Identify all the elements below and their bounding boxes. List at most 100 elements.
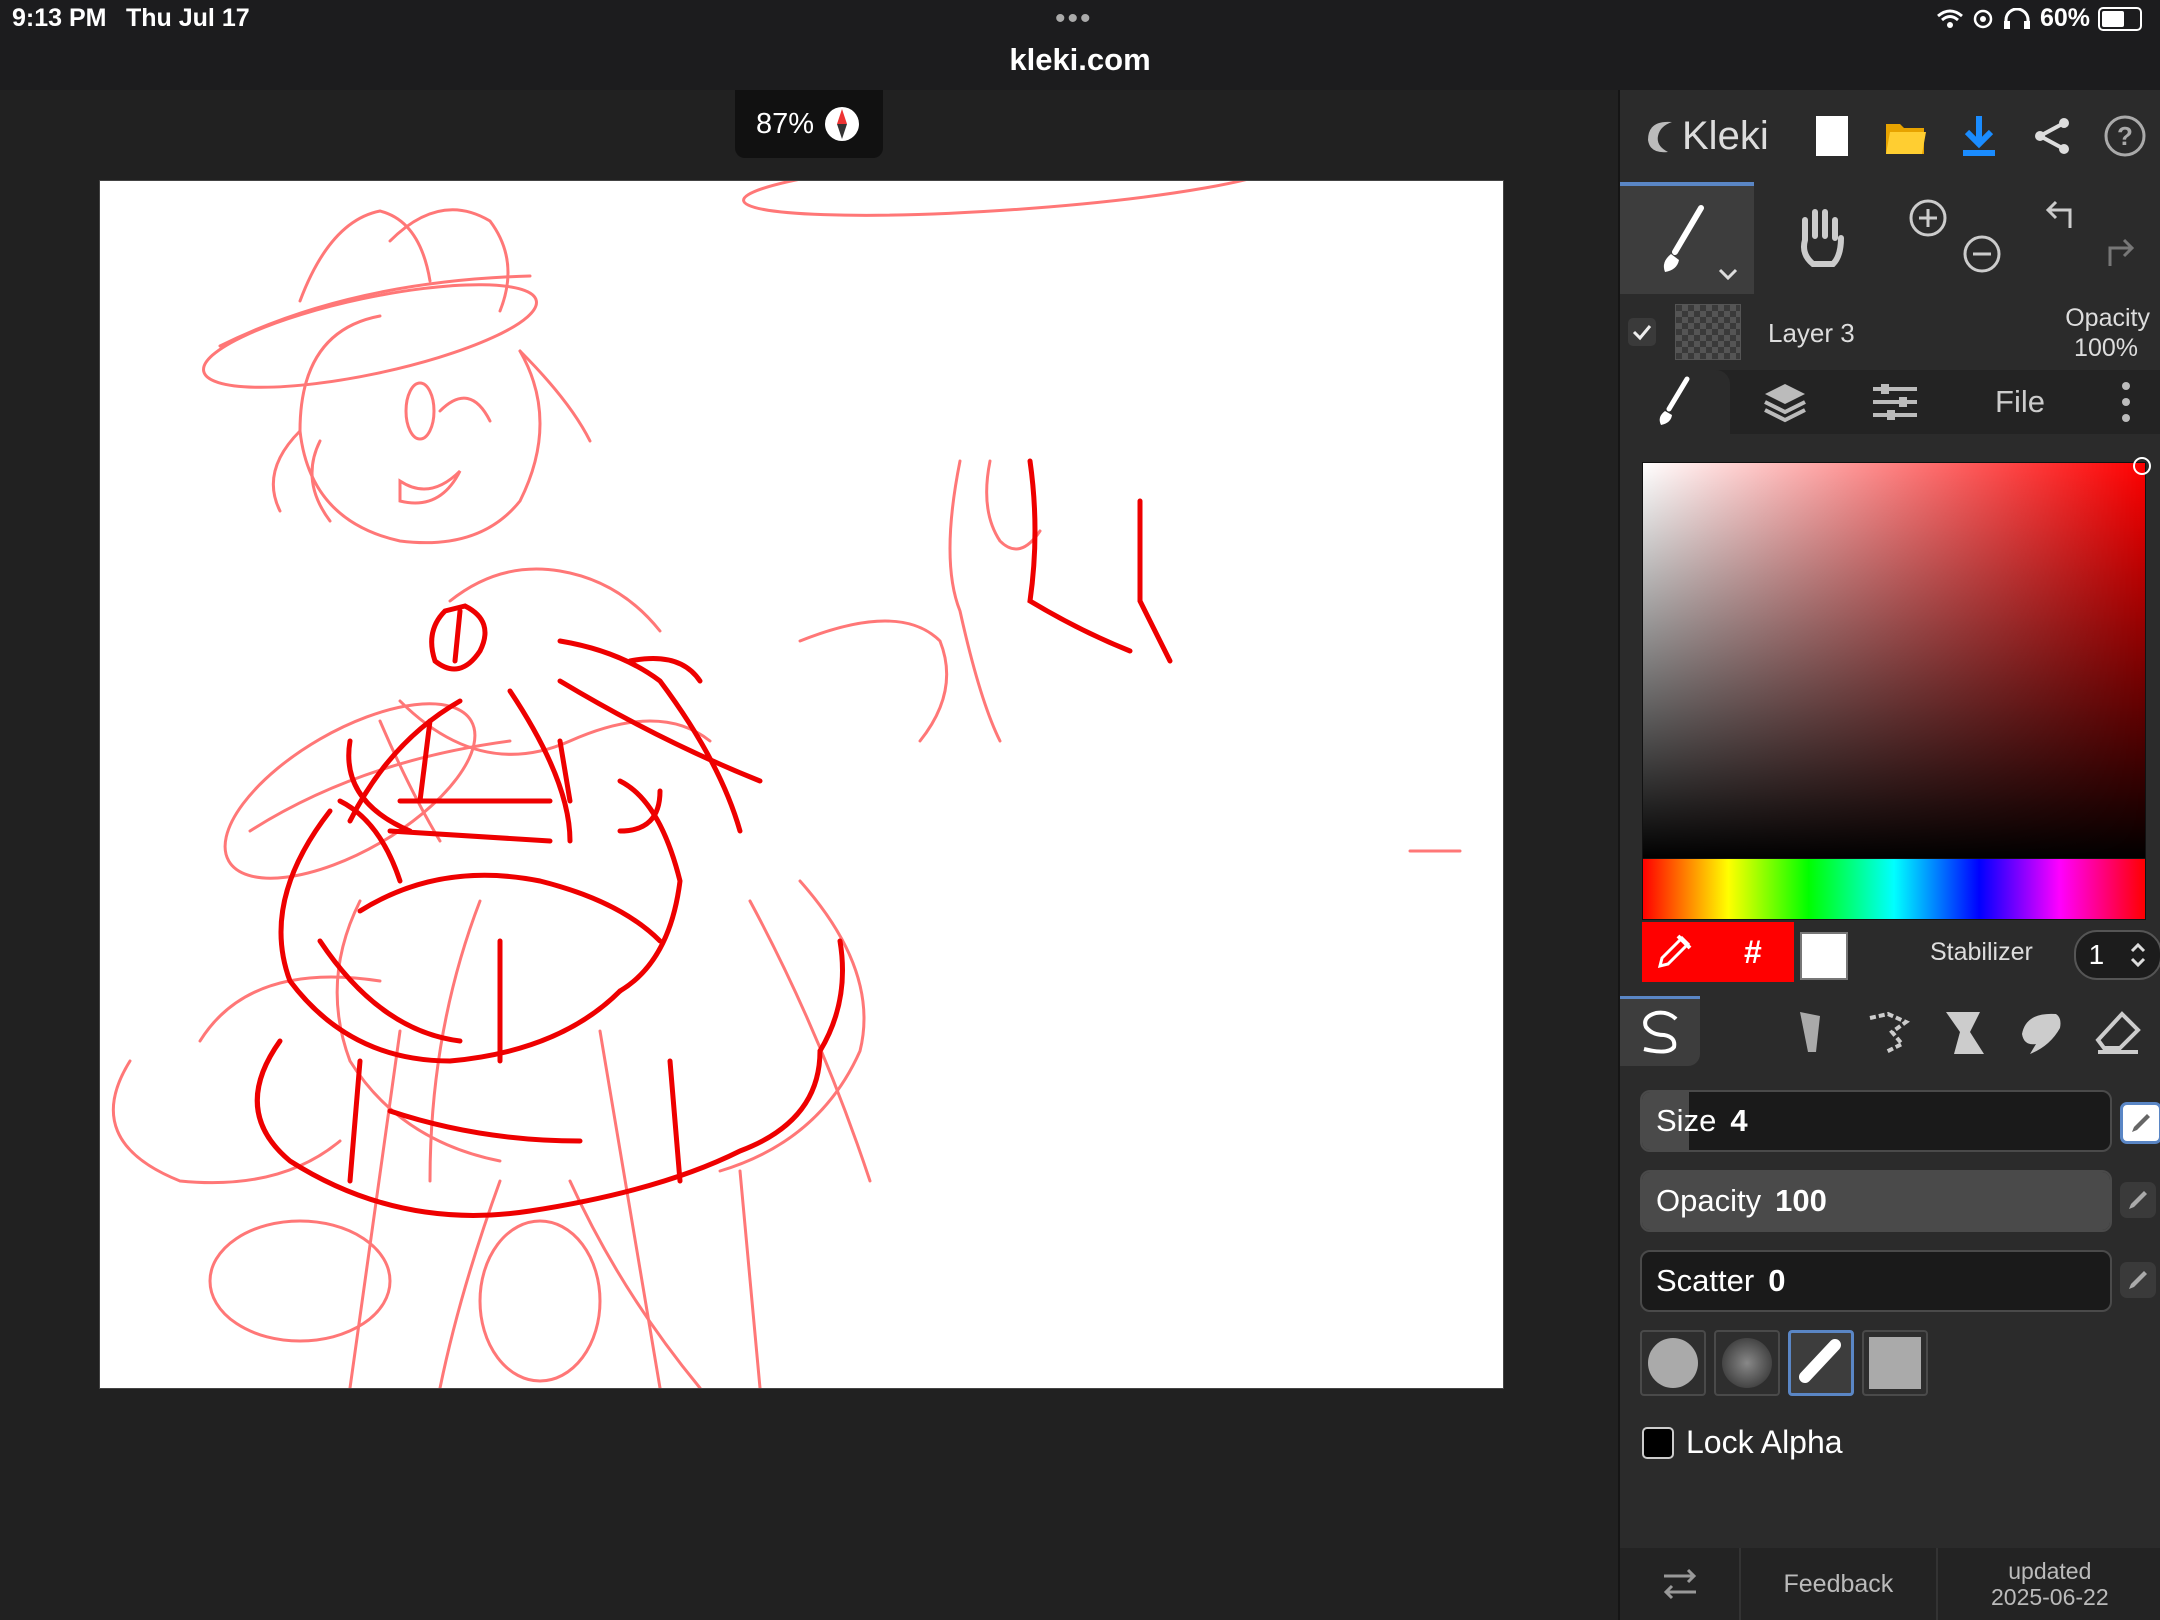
svg-text:?: ?: [2117, 121, 2133, 151]
scatter-slider[interactable]: Scatter 0: [1640, 1250, 2112, 1312]
hand-tool-button[interactable]: [1754, 182, 1888, 294]
layer-visibility-checkbox[interactable]: [1628, 318, 1656, 346]
size-slider[interactable]: Size 4: [1640, 1090, 2112, 1152]
sidebar: Kleki ? Layer 3 Opacity 100% File # Stab…: [1618, 90, 2160, 1620]
tab-layers[interactable]: [1730, 370, 1840, 434]
import-button[interactable]: [1869, 96, 1942, 176]
more-dots-icon[interactable]: •••: [1055, 2, 1093, 36]
color-saturation-value-picker[interactable]: [1642, 457, 2151, 860]
zoom-value: 87%: [755, 107, 815, 140]
swap-arrows-icon: [1663, 1568, 1696, 1600]
tab-more[interactable]: [2090, 370, 2160, 434]
undo-icon[interactable]: [2042, 196, 2082, 236]
lock-alpha-checkbox[interactable]: Lock Alpha: [1642, 1424, 1843, 1461]
sketchy-brush-icon: [1869, 1011, 1911, 1054]
brush-type-blend[interactable]: [1790, 1008, 1830, 1061]
color-row: # Stabilizer 1: [1642, 922, 2160, 982]
wifi-icon: [1936, 9, 1963, 28]
stabilizer-value: 1: [2088, 939, 2105, 970]
tool-row: [1620, 182, 2160, 294]
swap-side-button[interactable]: [1620, 1548, 1742, 1620]
hue-slider[interactable]: [1642, 858, 2146, 920]
circle-soft-icon: [1722, 1338, 1772, 1388]
battery-percent: 60%: [2039, 4, 2090, 32]
layer-opacity-label: Opacity: [2065, 304, 2150, 332]
download-icon: [1962, 116, 1995, 156]
brush-icon: [1659, 376, 1690, 425]
tab-file[interactable]: File: [1950, 370, 2090, 434]
size-label: Size: [1656, 1103, 1717, 1138]
folder-icon: [1886, 124, 1927, 154]
brush-type-chemy[interactable]: [2016, 1008, 2064, 1061]
more-vertical-icon: [2122, 382, 2130, 422]
scatter-pressure-toggle[interactable]: [2120, 1262, 2156, 1298]
lock-alpha-box[interactable]: [1642, 1426, 1674, 1459]
battery-icon: [2098, 6, 2142, 31]
url-address[interactable]: kleki.com: [0, 42, 2160, 78]
shape-round-hard[interactable]: [1640, 1330, 1706, 1396]
shape-pen[interactable]: [1788, 1330, 1854, 1396]
feedback-button[interactable]: Feedback: [1741, 1548, 1938, 1620]
pen-pressure-icon: [2132, 1114, 2150, 1132]
zoom-in-icon[interactable]: [1908, 198, 1948, 238]
drawing-canvas[interactable]: [99, 146, 1504, 1390]
hand-icon: [1801, 209, 1844, 267]
color-picker-handle[interactable]: [2133, 457, 2151, 475]
brush-icon: [1663, 205, 1704, 272]
scatter-value: 0: [1768, 1263, 1786, 1298]
sketch-artwork: [111, 146, 1462, 1390]
updated-date: 2025-06-22: [1990, 1584, 2109, 1610]
size-pressure-toggle[interactable]: [2120, 1102, 2160, 1144]
checkmark-icon: [1632, 325, 1652, 341]
redo-icon[interactable]: [2098, 234, 2138, 274]
square-icon: [1869, 1337, 1921, 1389]
secondary-color-swatch[interactable]: [1800, 932, 1848, 980]
shape-round-soft[interactable]: [1714, 1330, 1780, 1396]
pen-tip-icon: [1799, 1339, 1841, 1383]
opacity-slider[interactable]: Opacity 100: [1640, 1170, 2112, 1232]
help-icon: ?: [2104, 115, 2146, 157]
status-date: Thu Jul 17: [126, 4, 250, 32]
share-button[interactable]: [2015, 96, 2088, 176]
pen-stroke-icon: [1643, 1010, 1678, 1054]
zoom-buttons: [1888, 182, 2022, 294]
opacity-label: Opacity: [1656, 1183, 1762, 1218]
pen-pressure-icon: [2129, 1271, 2147, 1289]
headphones-icon: [2003, 7, 2030, 29]
compass-icon[interactable]: [822, 104, 862, 144]
app-name: Kleki: [1682, 113, 1769, 158]
layer-name: Layer 3: [1768, 318, 1855, 348]
shape-square[interactable]: [1862, 1330, 1928, 1396]
layer-opacity-value: 100%: [2074, 334, 2138, 362]
brush-type-pen[interactable]: [1620, 996, 1700, 1066]
tab-brush[interactable]: [1620, 370, 1730, 434]
primary-color-swatch[interactable]: #: [1642, 922, 1794, 982]
layer-row[interactable]: Layer 3 Opacity 100%: [1620, 294, 2160, 370]
zoom-indicator[interactable]: 87%: [735, 90, 883, 158]
sidebar-top-bar: Kleki ?: [1620, 90, 2160, 182]
chemy-brush-icon: [2022, 1013, 2061, 1054]
brush-type-row: [1620, 996, 2160, 1066]
new-image-button[interactable]: [1796, 96, 1869, 176]
brush-type-eraser[interactable]: [2094, 1008, 2142, 1061]
kleki-logo[interactable]: Kleki: [1620, 114, 1796, 159]
save-button[interactable]: [1942, 96, 2015, 176]
brush-type-pixel[interactable]: [1940, 1008, 1988, 1061]
stabilizer-select[interactable]: 1: [2074, 930, 2160, 980]
updated-info[interactable]: updated 2025-06-22: [1938, 1548, 2160, 1620]
hex-input-button[interactable]: #: [1744, 934, 1762, 971]
sidebar-footer: Feedback updated 2025-06-22: [1620, 1548, 2160, 1620]
circle-hard-icon: [1648, 1338, 1698, 1388]
status-right: 60%: [1936, 4, 2142, 33]
tab-adjust[interactable]: [1840, 370, 1950, 434]
scatter-label: Scatter: [1656, 1263, 1755, 1298]
size-value: 4: [1730, 1103, 1748, 1138]
opacity-pressure-toggle[interactable]: [2120, 1182, 2156, 1218]
zoom-out-icon[interactable]: [1962, 234, 2002, 274]
history-buttons: [2022, 182, 2160, 294]
eyedropper-icon[interactable]: [1654, 932, 1694, 972]
brush-tool-button[interactable]: [1620, 182, 1754, 294]
updated-label: updated: [2008, 1558, 2092, 1584]
brush-type-sketchy[interactable]: [1866, 1008, 1914, 1061]
help-button[interactable]: ?: [2089, 96, 2160, 176]
